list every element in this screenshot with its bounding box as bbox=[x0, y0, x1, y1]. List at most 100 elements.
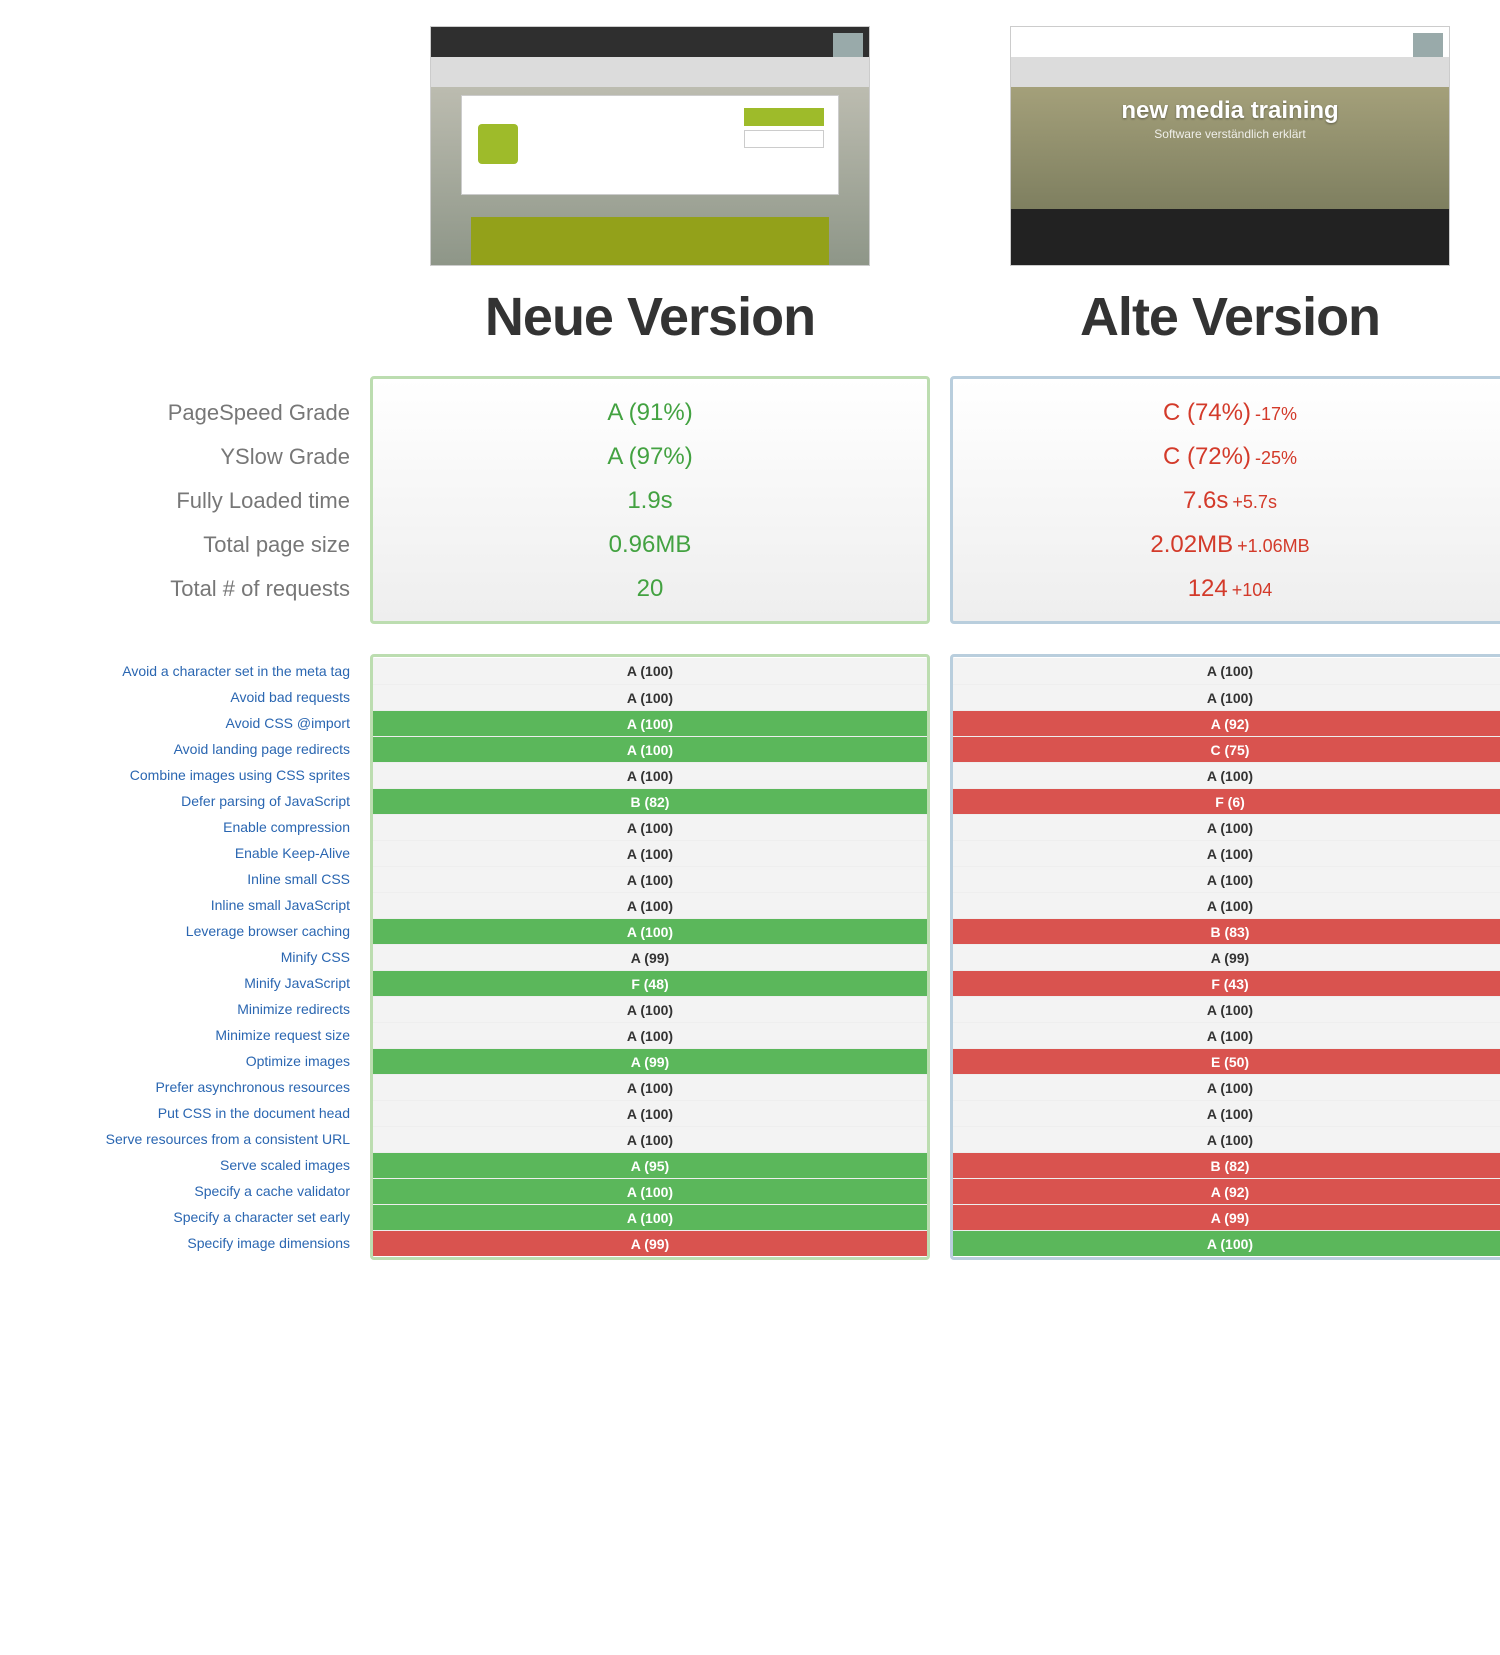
rule-link[interactable]: Enable compression bbox=[0, 814, 350, 840]
rule-score-new: B (82) bbox=[373, 788, 927, 814]
rule-link[interactable]: Minify CSS bbox=[0, 944, 350, 970]
rule-score-old: A (100) bbox=[953, 1100, 1500, 1126]
summary-value: 2.02MB+1.06MB bbox=[953, 523, 1500, 567]
rule-link[interactable]: Optimize images bbox=[0, 1048, 350, 1074]
rule-score-new: A (100) bbox=[373, 736, 927, 762]
rule-score-old: A (99) bbox=[953, 1204, 1500, 1230]
metric-main: 2.02MB bbox=[1150, 531, 1233, 558]
rule-score-old: A (100) bbox=[953, 1022, 1500, 1048]
rule-score-new: F (48) bbox=[373, 970, 927, 996]
rule-score-old: B (82) bbox=[953, 1152, 1500, 1178]
summary-value: 1.9s bbox=[373, 479, 927, 523]
rule-link[interactable]: Serve scaled images bbox=[0, 1152, 350, 1178]
rule-score-new: A (99) bbox=[373, 1048, 927, 1074]
rule-score-old: A (100) bbox=[953, 658, 1500, 684]
rule-score-old: A (100) bbox=[953, 892, 1500, 918]
rule-link[interactable]: Avoid landing page redirects bbox=[0, 736, 350, 762]
rule-link[interactable]: Inline small CSS bbox=[0, 866, 350, 892]
rule-score-old: A (92) bbox=[953, 1178, 1500, 1204]
rule-score-new: A (100) bbox=[373, 1204, 927, 1230]
metric-main: 124 bbox=[1188, 575, 1228, 602]
summary-label: Fully Loaded time bbox=[0, 479, 350, 523]
rule-score-new: A (100) bbox=[373, 892, 927, 918]
rule-score-old: B (83) bbox=[953, 918, 1500, 944]
rule-link[interactable]: Specify a cache validator bbox=[0, 1178, 350, 1204]
rule-score-new: A (100) bbox=[373, 1126, 927, 1152]
rules-old: A (100)A (100)A (92)C (75)A (100)F (6)A … bbox=[950, 654, 1500, 1260]
metric-main: 20 bbox=[637, 575, 664, 602]
summary-value: 0.96MB bbox=[373, 523, 927, 567]
screenshot-new[interactable] bbox=[430, 26, 870, 266]
metric-main: A (97%) bbox=[607, 443, 692, 470]
summary-label: Total # of requests bbox=[0, 567, 350, 611]
rule-score-new: A (100) bbox=[373, 996, 927, 1022]
rules-new: A (100)A (100)A (100)A (100)A (100)B (82… bbox=[370, 654, 930, 1260]
summary-value: 124+104 bbox=[953, 567, 1500, 611]
rule-score-old: A (100) bbox=[953, 684, 1500, 710]
rule-score-old: A (100) bbox=[953, 814, 1500, 840]
rule-link[interactable]: Put CSS in the document head bbox=[0, 1100, 350, 1126]
metric-delta: +104 bbox=[1232, 580, 1273, 600]
metric-main: C (74%) bbox=[1163, 399, 1251, 426]
touch-icon bbox=[478, 124, 518, 164]
rule-link[interactable]: Minimize redirects bbox=[0, 996, 350, 1022]
rule-score-old: F (6) bbox=[953, 788, 1500, 814]
rule-link[interactable]: Serve resources from a consistent URL bbox=[0, 1126, 350, 1152]
metric-delta: +1.06MB bbox=[1237, 536, 1310, 556]
rule-score-new: A (100) bbox=[373, 684, 927, 710]
expand-icon bbox=[833, 33, 863, 57]
summary-value: C (72%)-25% bbox=[953, 435, 1500, 479]
rule-score-old: A (100) bbox=[953, 840, 1500, 866]
summary-value: A (91%) bbox=[373, 391, 927, 435]
rule-link[interactable]: Leverage browser caching bbox=[0, 918, 350, 944]
heading-old: Alte Version bbox=[950, 286, 1500, 348]
rule-score-old: A (100) bbox=[953, 1126, 1500, 1152]
rule-score-new: A (100) bbox=[373, 814, 927, 840]
rule-link[interactable]: Avoid CSS @import bbox=[0, 710, 350, 736]
rule-score-new: A (100) bbox=[373, 1022, 927, 1048]
rule-score-new: A (100) bbox=[373, 1100, 927, 1126]
rule-score-old: A (92) bbox=[953, 710, 1500, 736]
metric-main: 1.9s bbox=[627, 487, 672, 514]
heading-new: Neue Version bbox=[370, 286, 930, 348]
summary-value: 7.6s+5.7s bbox=[953, 479, 1500, 523]
rule-score-new: A (100) bbox=[373, 866, 927, 892]
rule-score-old: A (100) bbox=[953, 762, 1500, 788]
rule-score-new: A (99) bbox=[373, 944, 927, 970]
summary-value: A (97%) bbox=[373, 435, 927, 479]
hero-subtitle: Software verständlich erklärt bbox=[1011, 127, 1449, 141]
rule-link[interactable]: Minify JavaScript bbox=[0, 970, 350, 996]
rule-link[interactable]: Enable Keep-Alive bbox=[0, 840, 350, 866]
summary-label: Total page size bbox=[0, 523, 350, 567]
rule-score-old: A (99) bbox=[953, 944, 1500, 970]
rule-score-new: A (100) bbox=[373, 918, 927, 944]
rule-link[interactable]: Specify a character set early bbox=[0, 1204, 350, 1230]
rule-link[interactable]: Specify image dimensions bbox=[0, 1230, 350, 1256]
rule-score-new: A (100) bbox=[373, 1178, 927, 1204]
rule-link[interactable]: Prefer asynchronous resources bbox=[0, 1074, 350, 1100]
rule-score-old: A (100) bbox=[953, 1074, 1500, 1100]
rule-link[interactable]: Avoid bad requests bbox=[0, 684, 350, 710]
metric-main: A (91%) bbox=[607, 399, 692, 426]
rule-link[interactable]: Combine images using CSS sprites bbox=[0, 762, 350, 788]
expand-icon bbox=[1413, 33, 1443, 57]
rule-link[interactable]: Avoid a character set in the meta tag bbox=[0, 658, 350, 684]
screenshot-old[interactable]: new media training Software verständlich… bbox=[1010, 26, 1450, 266]
metric-delta: -25% bbox=[1255, 448, 1297, 468]
metric-main: 7.6s bbox=[1183, 487, 1228, 514]
rule-score-old: A (100) bbox=[953, 1230, 1500, 1256]
rule-score-new: A (100) bbox=[373, 658, 927, 684]
reject-button bbox=[744, 130, 824, 148]
rule-link[interactable]: Defer parsing of JavaScript bbox=[0, 788, 350, 814]
rule-score-new: A (99) bbox=[373, 1230, 927, 1256]
summary-value: 20 bbox=[373, 567, 927, 611]
rule-score-old: A (100) bbox=[953, 996, 1500, 1022]
rule-score-new: A (100) bbox=[373, 710, 927, 736]
metric-main: C (72%) bbox=[1163, 443, 1251, 470]
metric-main: 0.96MB bbox=[609, 531, 692, 558]
rule-link[interactable]: Minimize request size bbox=[0, 1022, 350, 1048]
summary-new: A (91%) A (97%) 1.9s 0.96MB 20 bbox=[370, 376, 930, 624]
rule-score-new: A (100) bbox=[373, 840, 927, 866]
rule-score-old: A (100) bbox=[953, 866, 1500, 892]
rule-link[interactable]: Inline small JavaScript bbox=[0, 892, 350, 918]
